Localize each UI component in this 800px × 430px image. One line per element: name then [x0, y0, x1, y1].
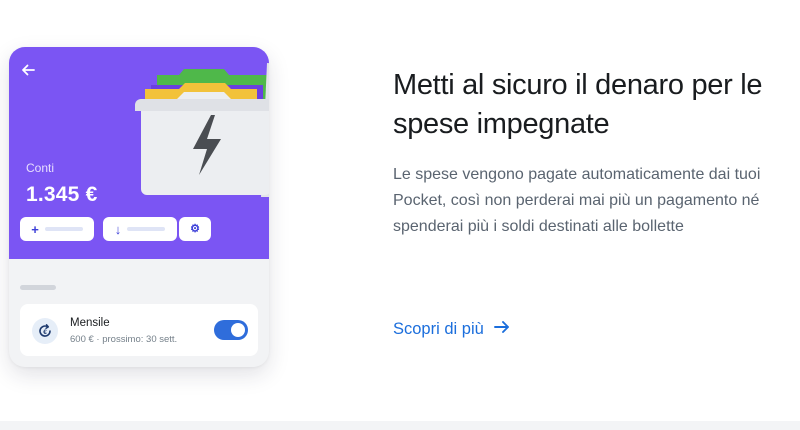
label-placeholder	[127, 227, 166, 231]
settings-button[interactable]: ⚙	[179, 217, 211, 241]
gear-icon: ⚙	[190, 222, 200, 235]
recurring-payment-icon: €	[32, 318, 58, 344]
svg-text:€: €	[43, 329, 47, 336]
add-money-button[interactable]: +	[20, 217, 94, 241]
arrow-right-icon	[493, 320, 510, 339]
balance-amount: 1.345 €	[26, 183, 98, 206]
pocket-list-item[interactable]: € Mensile 600 € · prossimo: 30 sett.	[20, 304, 258, 356]
section-title-placeholder	[20, 285, 56, 290]
pocket-title: Mensile	[70, 317, 110, 329]
bottom-strip	[0, 421, 800, 430]
app-preview-card: Conti 1.345 € + ↓ ⚙ € Mensile 600 € · pr…	[9, 47, 269, 367]
back-arrow-icon[interactable]	[19, 61, 37, 79]
learn-more-link[interactable]: Scopri di più	[393, 320, 510, 339]
pocket-subtitle: 600 € · prossimo: 30 sett.	[70, 334, 178, 345]
label-placeholder	[44, 227, 83, 231]
card-header: Conti 1.345 € + ↓ ⚙	[9, 47, 269, 259]
plus-icon: +	[31, 221, 39, 237]
toggle-knob	[231, 323, 245, 337]
pocket-toggle[interactable]	[214, 320, 248, 340]
move-money-button[interactable]: ↓	[103, 217, 177, 241]
accounts-label: Conti	[26, 161, 55, 175]
lightning-folder-icon	[135, 63, 269, 197]
down-arrow-icon: ↓	[114, 221, 122, 237]
feature-description: Le spese vengono pagate automaticamente …	[393, 166, 761, 235]
learn-more-label: Scopri di più	[393, 320, 484, 338]
feature-headline: Metti al sicuro il denaro per le spese i…	[393, 69, 763, 140]
